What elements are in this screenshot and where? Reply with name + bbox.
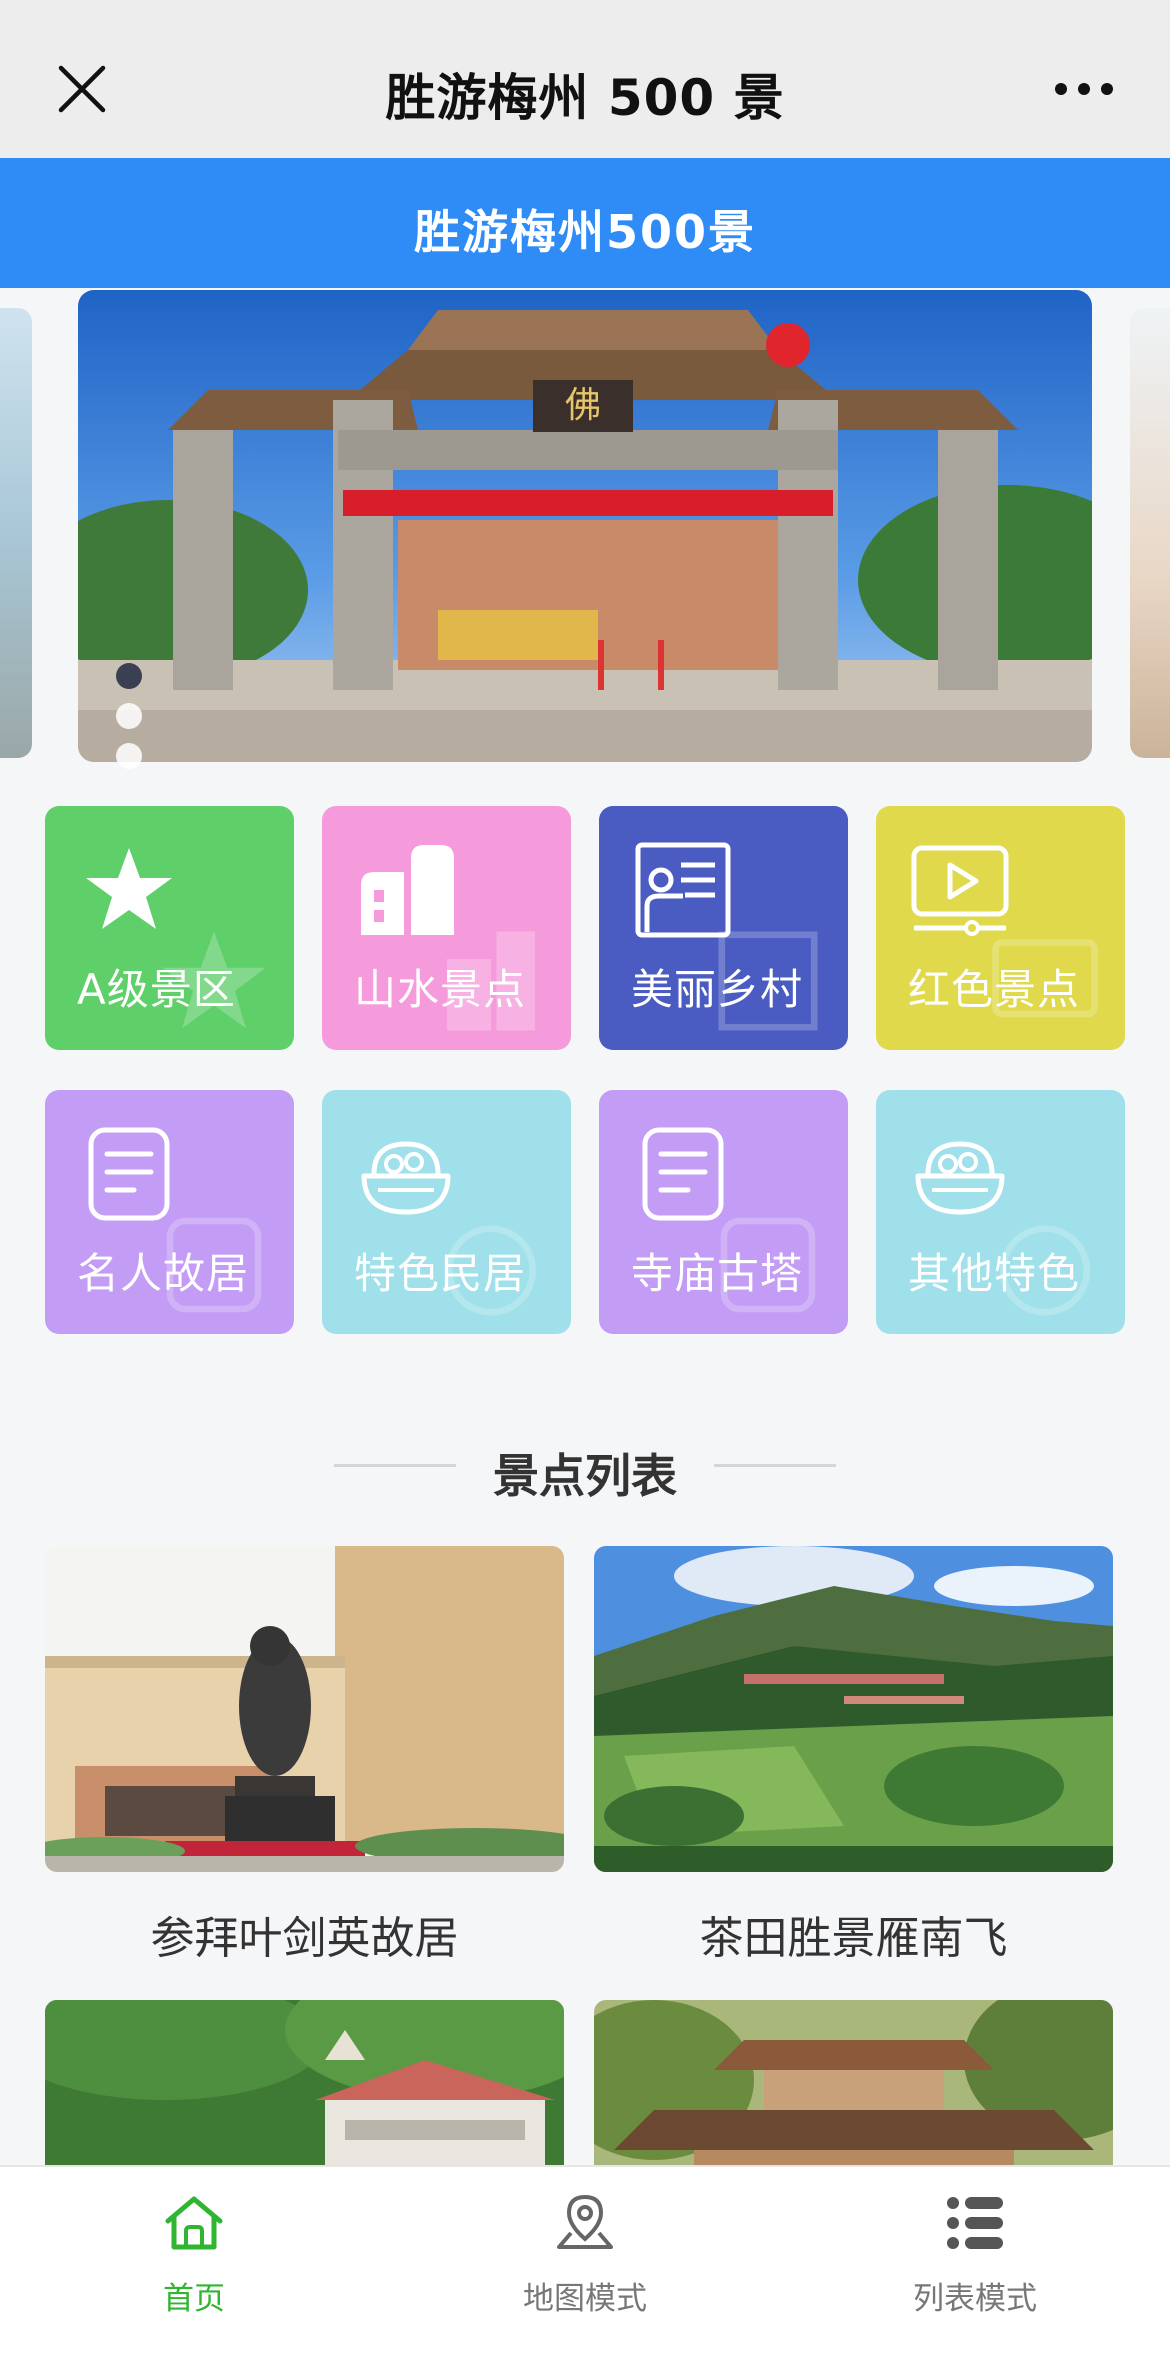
category-label: 红色景点 [908, 965, 1081, 1014]
map-pin-icon [557, 2194, 613, 2249]
carousel-indicators [116, 663, 144, 783]
temple-gate-image: 佛 [78, 290, 1092, 762]
nav-list-mode[interactable]: 列表模式 [845, 2191, 1105, 2318]
category-label: 特色民居 [354, 1249, 527, 1298]
scenic-card-ye-jianying[interactable]: 参拜叶剑英故居 [45, 1546, 564, 1966]
scenic-card-tea-field[interactable]: 茶田胜景雁南飞 [594, 1546, 1113, 1966]
category-red-sites[interactable]: 红色景点 [876, 806, 1125, 1050]
category-a-level[interactable]: A级景区 [45, 806, 294, 1050]
category-label: 名人故居 [77, 1249, 250, 1298]
scenic-card-caption: 参拜叶剑英故居 [150, 1913, 459, 1964]
scenic-list-section: 景点列表 参拜叶剑英故居 茶田胜景雁南飞 [0, 1390, 1170, 2326]
scenic-card-image [594, 1546, 1113, 1872]
category-other-features[interactable]: 其他特色 [876, 1090, 1125, 1334]
nav-label: 列表模式 [913, 2281, 1037, 2317]
top-bar: 胜游梅州 500 景 [0, 0, 1170, 158]
page-header: 胜游梅州500景 [0, 158, 1170, 288]
carousel-slide-temple-gate[interactable]: 佛 [78, 290, 1092, 762]
category-folk-houses[interactable]: 特色民居 [322, 1090, 571, 1334]
category-label: 美丽乡村 [631, 965, 804, 1014]
more-options-icon[interactable] [1053, 76, 1115, 102]
window-title: 胜游梅州 500 景 [385, 69, 785, 127]
building-icon [361, 845, 454, 935]
document-icon [88, 1127, 170, 1221]
page: 胜游梅州 500 景 胜游梅州500景 佛 A级景区 山水景点 美丽乡村 红色景… [0, 0, 1170, 2356]
category-label: A级景区 [77, 965, 236, 1014]
carousel-slide-next[interactable] [1130, 308, 1170, 758]
divider-right [714, 1464, 836, 1467]
category-label: 其他特色 [908, 1249, 1081, 1298]
home-icon [165, 2196, 223, 2250]
category-celebrity-residence[interactable]: 名人故居 [45, 1090, 294, 1334]
document-icon [642, 1127, 724, 1221]
nav-label: 首页 [163, 2281, 225, 2317]
teacher-board-icon [635, 842, 731, 938]
category-landscape[interactable]: 山水景点 [322, 806, 571, 1050]
carousel-dot[interactable] [116, 703, 142, 729]
nav-map-mode[interactable]: 地图模式 [455, 2191, 715, 2318]
category-village[interactable]: 美丽乡村 [599, 806, 848, 1050]
carousel-slide-prev[interactable] [0, 308, 32, 758]
nav-label: 地图模式 [523, 2281, 647, 2317]
bottom-navigation: 首页 地图模式 列表模式 [0, 2165, 1170, 2356]
category-label: 山水景点 [354, 965, 527, 1014]
food-bowl-icon [361, 1141, 451, 1215]
star-icon [86, 848, 172, 929]
scenic-card-image [45, 1546, 564, 1872]
banner-carousel[interactable]: 佛 [0, 288, 1170, 788]
svg-text:佛: 佛 [565, 385, 601, 426]
nav-home[interactable]: 首页 [64, 2191, 324, 2318]
page-title: 胜游梅州500景 [413, 205, 757, 259]
video-play-icon [911, 845, 1009, 936]
carousel-dot-active[interactable] [116, 663, 142, 689]
section-title: 景点列表 [493, 1449, 677, 1503]
scenic-card-caption: 茶田胜景雁南飞 [699, 1913, 1008, 1964]
category-temples-pagodas[interactable]: 寺庙古塔 [599, 1090, 848, 1334]
food-bowl-icon [915, 1141, 1005, 1215]
carousel-dot[interactable] [116, 743, 142, 769]
category-label: 寺庙古塔 [631, 1249, 804, 1298]
list-icon [947, 2197, 1003, 2249]
